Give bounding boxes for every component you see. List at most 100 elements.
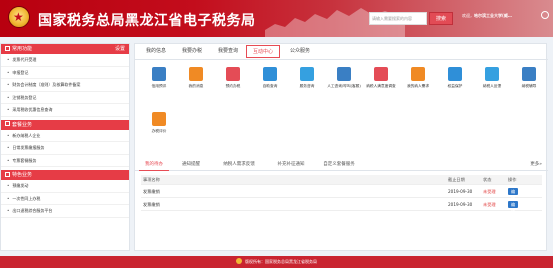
rating-icon <box>152 112 166 126</box>
more-link[interactable]: 更多» <box>530 158 542 171</box>
function-tile[interactable]: 服务咨询 <box>289 64 325 106</box>
person-icon <box>337 67 351 81</box>
function-tile[interactable]: 我的纳人需求 <box>400 64 436 106</box>
table-row: 发票缴销 2019-09-30 未受理 编辑 <box>141 198 542 214</box>
section-header-special: 特色业务 <box>1 170 129 180</box>
function-label: 信用预评 <box>151 84 167 88</box>
grid-icon <box>5 45 10 51</box>
edit-button[interactable]: 编辑 <box>508 188 518 201</box>
shield-icon <box>448 67 462 81</box>
sidebar-item[interactable]: 申报登记 <box>1 67 129 79</box>
sidebar-item[interactable]: 新办纳税人企业 <box>1 130 129 142</box>
section-header-common: 常用功能 设置 <box>1 44 129 54</box>
grid-icon <box>5 121 10 126</box>
subtab-supplement[interactable]: 补充补征通知 <box>271 158 311 171</box>
function-grid: 信用预评 我的消息 预约办税 自助查询 服务咨询 人工咨询/呼叫(客服) 纳税人满意度调查我… <box>135 62 548 192</box>
row-name: 发票缴销 <box>143 202 160 207</box>
col-header-date: 截止日期 <box>448 177 465 182</box>
row-status: 未受理 <box>483 202 496 207</box>
function-tile[interactable]: 信用预评 <box>141 64 177 106</box>
function-tile[interactable]: 办税评价 <box>141 109 177 151</box>
function-label: 纳税人反馈 <box>482 84 502 88</box>
tax-emblem-logo: ★ <box>8 6 30 28</box>
sidebar-item[interactable]: 发票代开受理 <box>1 54 129 67</box>
section-header-package: 套餐业务 <box>1 119 129 130</box>
book-icon <box>522 67 536 81</box>
subtab-my-todo[interactable]: 我的待办 <box>139 158 169 171</box>
function-tile[interactable]: 纳税辅导 <box>511 64 547 106</box>
welcome-prefix: 欢迎， <box>462 13 474 18</box>
function-label: 预约办税 <box>225 84 241 88</box>
todo-tabs: 我的待办 通知提醒 纳税人需求反馈 补充补征通知 自定义套餐服务 更多» <box>135 158 548 171</box>
main-panel: 我的信息 我要办税 我要查询 互动中心 公众服务 信用预评 我的消息 预约办税 自助查… <box>134 43 548 251</box>
sidebar-item[interactable]: 出口退税综合服务平台 <box>1 205 129 218</box>
subtab-feedback[interactable]: 纳税人需求反馈 <box>213 158 265 171</box>
subtab-notice[interactable]: 通知提醒 <box>175 158 207 171</box>
function-tile[interactable]: 我的消息 <box>178 64 214 106</box>
function-label: 自助查询 <box>262 84 278 88</box>
function-label: 办税评价 <box>151 129 167 133</box>
tab-tax-handling[interactable]: 我要办税 <box>177 45 207 58</box>
user-icon <box>411 67 425 81</box>
section-title: 特色业务 <box>12 172 33 178</box>
tab-interaction-center[interactable]: 互动中心 <box>246 45 280 58</box>
sidebar-item[interactable]: 财务会计制度（准则）及核算软件备案 <box>1 79 129 92</box>
tab-my-info[interactable]: 我的信息 <box>141 45 171 58</box>
subtab-custom-package[interactable]: 自定义套餐服务 <box>315 158 363 171</box>
chart-icon <box>152 67 166 81</box>
top-header: ★ 国家税务总局黑龙江省电子税务局 请输入需要搜索的内容 搜索 欢迎，哈尔滨工业… <box>0 0 553 37</box>
todo-table: 事项名称 截止日期 状态 操作 发票缴销 2019-09-30 未受理 编辑 发… <box>141 175 542 214</box>
sidebar: 常用功能 设置 发票代开受理 申报登记 财务会计制度（准则）及核算软件备案 注销… <box>0 43 130 251</box>
tab-query[interactable]: 我要查询 <box>213 45 243 58</box>
function-tile[interactable]: 权益保护 <box>437 64 473 106</box>
footer: 版权所有：国家税务总局黑龙江省税务局 <box>0 256 553 268</box>
search-icon <box>263 67 277 81</box>
welcome-text: 欢迎，哈尔滨工业大学(威… <box>462 13 512 19</box>
feedback-icon <box>485 67 499 81</box>
table-header-row: 事项名称 截止日期 状态 操作 <box>141 175 542 185</box>
function-tile[interactable]: 人工咨询/呼叫(客服) <box>326 64 362 106</box>
edit-button[interactable]: 编辑 <box>508 201 518 214</box>
chat-icon <box>300 67 314 81</box>
logout-icon[interactable] <box>541 11 549 19</box>
row-status: 未受理 <box>483 189 496 194</box>
sidebar-item[interactable]: 采用税收优惠信息查询 <box>1 104 129 117</box>
row-date: 2019-09-30 <box>448 202 473 207</box>
grid-icon <box>5 171 10 177</box>
function-tile[interactable]: 自助查询 <box>252 64 288 106</box>
function-label: 权益保护 <box>447 84 463 88</box>
clock-icon <box>226 67 240 81</box>
function-label: 我的消息 <box>188 84 204 88</box>
survey-icon <box>374 67 388 81</box>
col-header-action: 操作 <box>508 177 517 182</box>
search-input[interactable]: 请输入需要搜索的内容 <box>369 12 427 25</box>
settings-link[interactable]: 设置 <box>115 44 125 54</box>
sidebar-item[interactable]: 日常发票缴报服务 <box>1 142 129 155</box>
search-button[interactable]: 搜索 <box>429 12 453 25</box>
function-tile[interactable]: 纳税人反馈 <box>474 64 510 106</box>
main-tabs: 我的信息 我要办税 我要查询 互动中心 公众服务 <box>135 44 548 60</box>
welcome-user[interactable]: 哈尔滨工业大学(威… <box>474 13 512 18</box>
row-date: 2019-09-30 <box>448 189 473 194</box>
col-header-status: 状态 <box>483 177 492 182</box>
col-header-name: 事项名称 <box>143 177 160 182</box>
sidebar-item[interactable]: 预缴发动 <box>1 180 129 193</box>
function-label: 我的纳人需求 <box>406 84 430 88</box>
table-row: 发票缴销 2019-09-30 未受理 编辑 <box>141 185 542 201</box>
section-title: 常用功能 <box>12 46 33 52</box>
footer-copyright: 版权所有：国家税务总局黑龙江省税务局 <box>245 259 317 264</box>
function-label: 人工咨询/呼叫(客服) <box>327 84 361 88</box>
function-label: 纳税人满意度调查 <box>366 84 396 88</box>
function-tile[interactable]: 纳税人满意度调查 <box>363 64 399 106</box>
section-title: 套餐业务 <box>12 121 33 128</box>
tab-public-service[interactable]: 公众服务 <box>285 45 315 58</box>
sidebar-item[interactable]: 一次性同上办税 <box>1 193 129 205</box>
sidebar-item[interactable]: 专票套餐服务 <box>1 155 129 167</box>
function-label: 服务咨询 <box>299 84 315 88</box>
row-name: 发票缴销 <box>143 189 160 194</box>
sidebar-item[interactable]: 注销税务登记 <box>1 92 129 104</box>
function-tile[interactable]: 预约办税 <box>215 64 251 106</box>
site-title: 国家税务总局黑龙江省电子税务局 <box>38 13 256 29</box>
message-icon <box>189 67 203 81</box>
function-label: 纳税辅导 <box>521 84 537 88</box>
